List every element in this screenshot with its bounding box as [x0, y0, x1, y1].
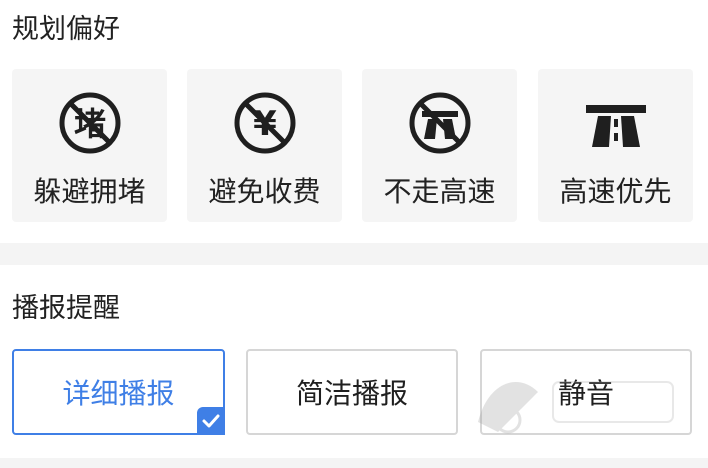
pref-label-avoid-toll: 避免收费	[208, 175, 321, 208]
broadcast-option-mute[interactable]: 静音	[480, 349, 692, 435]
check-icon	[197, 407, 225, 435]
pref-label-avoid-congestion: 躲避拥堵	[33, 175, 146, 208]
bottom-divider	[0, 458, 708, 468]
highway-icon	[586, 105, 646, 147]
route-preference-title: 规划偏好	[12, 14, 120, 45]
broadcast-option-concise[interactable]: 简洁播报	[246, 349, 458, 435]
pref-label-avoid-highway: 不走高速	[383, 175, 496, 208]
broadcast-option-concise-label: 简洁播报	[295, 377, 408, 410]
no-congestion-icon: 堵	[59, 92, 121, 154]
voice-broadcast-title: 播报提醒	[12, 293, 120, 324]
pref-card-avoid-toll[interactable]: ¥ 避免收费	[187, 69, 342, 222]
pref-label-highway-first: 高速优先	[559, 175, 672, 208]
no-toll-icon: ¥	[234, 92, 296, 154]
pref-card-avoid-congestion[interactable]: 堵 躲避拥堵	[12, 69, 167, 222]
broadcast-option-mute-label: 静音	[557, 377, 614, 410]
pref-card-highway-first[interactable]: 高速优先	[538, 69, 693, 222]
no-highway-icon	[409, 92, 471, 154]
broadcast-option-detailed-label: 详细播报	[62, 377, 175, 410]
pref-card-avoid-highway[interactable]: 不走高速	[362, 69, 517, 222]
section-divider	[0, 243, 708, 265]
broadcast-option-detailed[interactable]: 详细播报	[12, 349, 225, 435]
